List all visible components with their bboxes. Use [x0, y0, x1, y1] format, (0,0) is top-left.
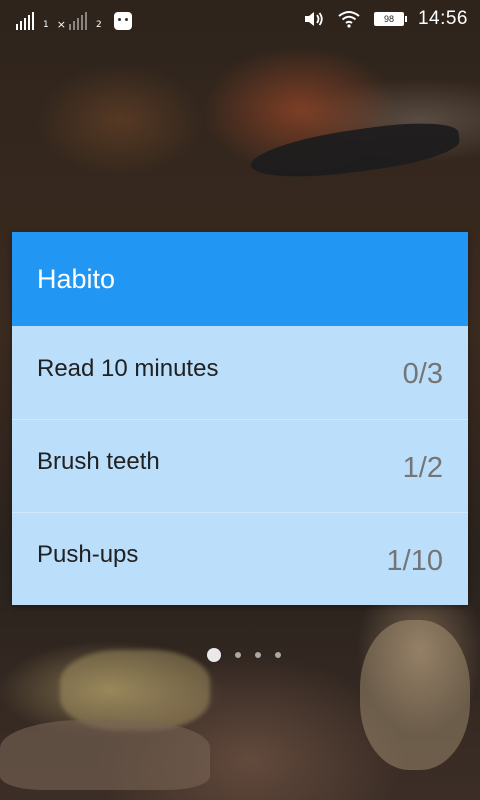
habit-count: 0/3: [402, 358, 443, 390]
status-bar-right: 98 14:56: [304, 6, 468, 32]
wallpaper-shape: [360, 620, 470, 770]
habit-count: 1/2: [402, 451, 443, 484]
no-signal-x: ×: [56, 18, 66, 31]
page-dot-active[interactable]: [207, 648, 221, 662]
battery-icon: 98: [373, 12, 407, 26]
habit-name: Brush teeth: [37, 448, 160, 475]
habito-widget[interactable]: Habito Read 10 minutes 0/3 Brush teeth 1…: [12, 232, 468, 605]
signal-icon: [68, 12, 87, 30]
widget-header[interactable]: Habito: [12, 232, 468, 326]
habit-name: Read 10 minutes: [37, 354, 219, 382]
wallpaper-shape: [248, 115, 462, 187]
page-dot[interactable]: [275, 652, 281, 658]
habit-name: Push-ups: [37, 541, 139, 568]
habit-list: Read 10 minutes 0/3 Brush teeth 1/2 Push…: [12, 326, 468, 605]
habit-row[interactable]: Push-ups 1/10: [12, 512, 468, 605]
sim2-label: 2: [95, 20, 102, 30]
page-dot[interactable]: [255, 652, 261, 658]
wallpaper-shape: [0, 720, 210, 790]
sim1-label: 1: [43, 20, 49, 30]
page-dot[interactable]: [235, 652, 241, 658]
wifi-icon: [338, 11, 360, 28]
wallpaper-shape: [60, 650, 210, 730]
page-indicator: [0, 648, 480, 662]
widget-title: Habito: [37, 263, 116, 294]
bot-icon: [113, 12, 132, 30]
status-bar-left: 1 × 2: [16, 8, 132, 30]
habit-count: 1/10: [386, 544, 443, 577]
status-bar: 1 × 2 98 14:56: [0, 0, 480, 38]
habit-row[interactable]: Brush teeth 1/2: [12, 419, 468, 512]
habit-row[interactable]: Read 10 minutes 0/3: [12, 326, 468, 419]
signal-icon: [16, 12, 34, 30]
volume-icon: [304, 12, 323, 26]
clock: 14:56: [417, 8, 468, 29]
